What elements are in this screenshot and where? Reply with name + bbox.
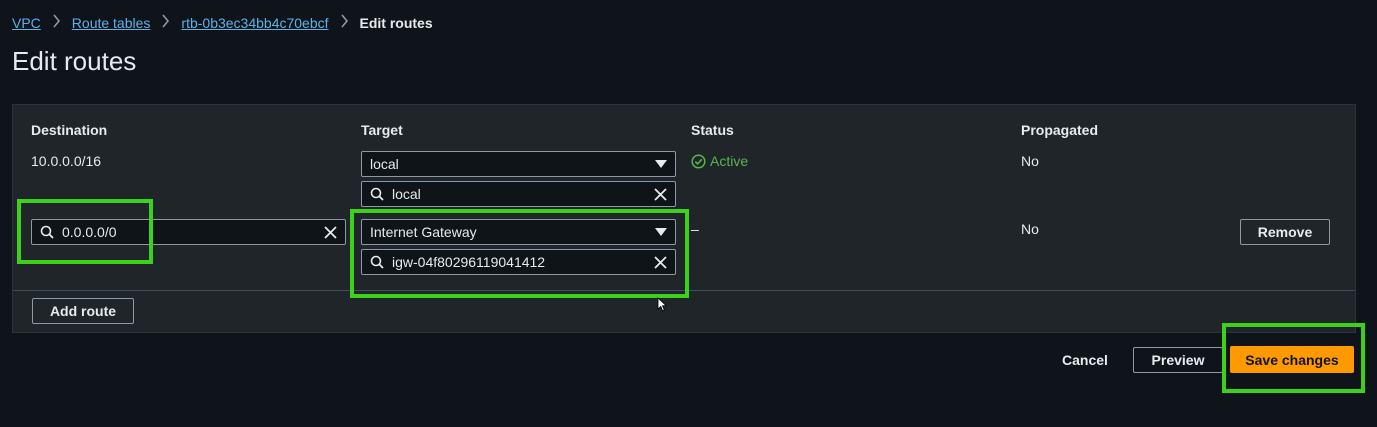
row1-target-search[interactable]: local <box>361 181 676 207</box>
breadcrumb-current: Edit routes <box>359 15 433 31</box>
row1-target-search-value: local <box>392 186 421 202</box>
row1-target-select[interactable]: local <box>361 151 676 177</box>
breadcrumb-link-vpc[interactable]: VPC <box>12 15 41 31</box>
column-header-status: Status <box>691 122 734 138</box>
chevron-right-icon <box>52 13 61 33</box>
clear-icon[interactable] <box>324 225 337 239</box>
row2-status: – <box>691 221 699 237</box>
column-header-destination: Destination <box>31 122 108 138</box>
breadcrumb-link-route-tables[interactable]: Route tables <box>72 15 151 31</box>
row1-target-select-value: local <box>370 156 399 172</box>
add-route-button[interactable]: Add route <box>32 298 134 324</box>
row1-destination: 10.0.0.0/16 <box>31 153 102 169</box>
column-header-target: Target <box>361 122 403 138</box>
caret-down-icon <box>655 160 667 168</box>
page-title: Edit routes <box>12 46 137 76</box>
preview-button[interactable]: Preview <box>1133 347 1223 373</box>
row1-status: Active <box>691 153 748 169</box>
chevron-right-icon <box>161 13 170 33</box>
mouse-cursor-icon <box>657 297 667 315</box>
remove-route-button[interactable]: Remove <box>1240 219 1330 245</box>
chevron-right-icon <box>340 13 349 33</box>
column-header-propagated: Propagated <box>1021 122 1099 138</box>
clear-icon[interactable] <box>654 187 667 201</box>
row2-propagated: No <box>1021 221 1039 237</box>
check-circle-icon <box>691 153 706 169</box>
breadcrumb: VPC Route tables rtb-0b3ec34bb4c70ebcf E… <box>12 13 433 33</box>
breadcrumb-link-route-table-id[interactable]: rtb-0b3ec34bb4c70ebcf <box>181 15 328 31</box>
highlight-save <box>1222 323 1365 393</box>
highlight-destination <box>17 199 153 264</box>
row1-status-text: Active <box>710 153 749 169</box>
highlight-target <box>350 209 689 298</box>
cancel-button[interactable]: Cancel <box>1054 347 1116 373</box>
search-icon <box>370 187 384 201</box>
row1-propagated: No <box>1021 153 1039 169</box>
